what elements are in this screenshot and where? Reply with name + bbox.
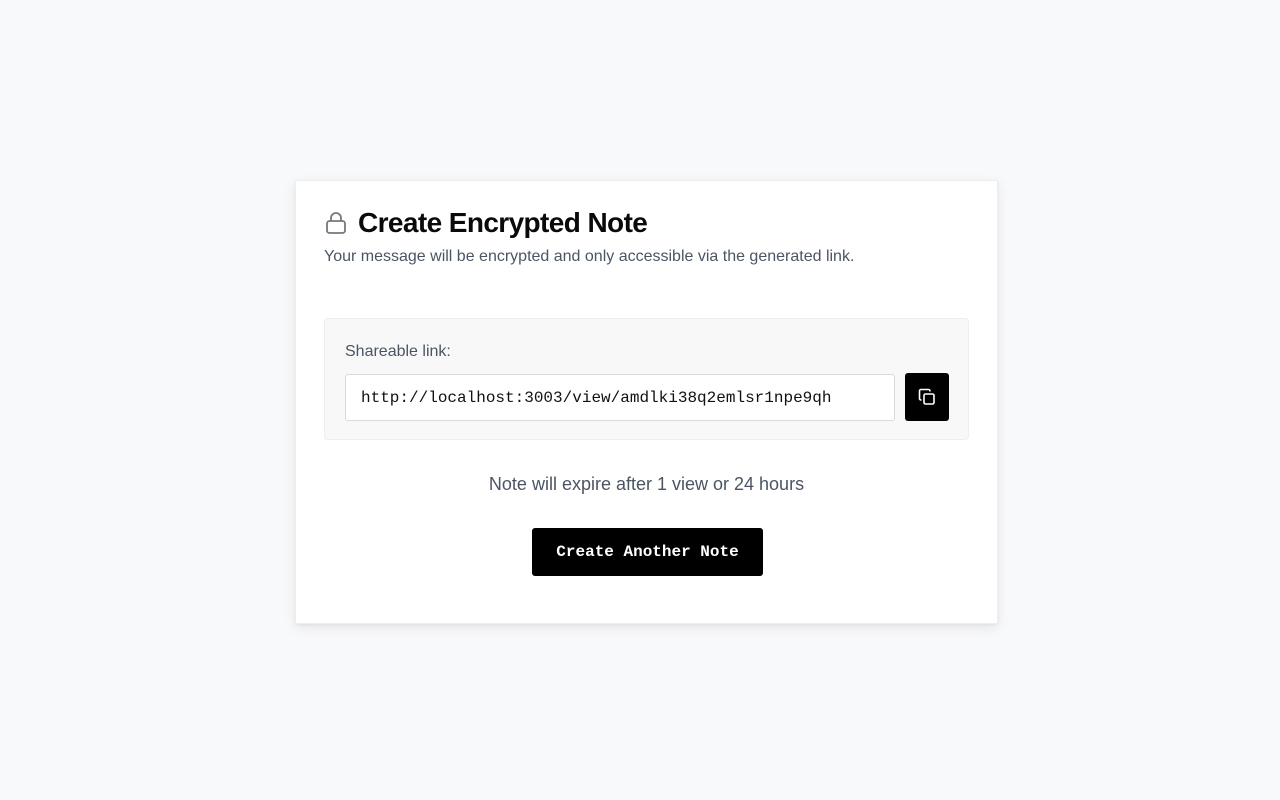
create-note-card: Create Encrypted Note Your message will … bbox=[295, 180, 998, 624]
page-title: Create Encrypted Note bbox=[358, 207, 648, 238]
shareable-link-panel: Shareable link: bbox=[324, 318, 969, 440]
copy-icon bbox=[917, 387, 937, 407]
create-another-note-button[interactable]: Create Another Note bbox=[532, 528, 763, 576]
lock-icon bbox=[324, 211, 348, 235]
card-header: Create Encrypted Note bbox=[324, 207, 648, 239]
copy-link-button[interactable] bbox=[905, 373, 949, 421]
page-subtitle: Your message will be encrypted and only … bbox=[324, 248, 855, 265]
shareable-link-input[interactable] bbox=[345, 374, 895, 421]
expiry-notice: Note will expire after 1 view or 24 hour… bbox=[488, 474, 805, 494]
shareable-link-label: Shareable link: bbox=[345, 343, 451, 360]
